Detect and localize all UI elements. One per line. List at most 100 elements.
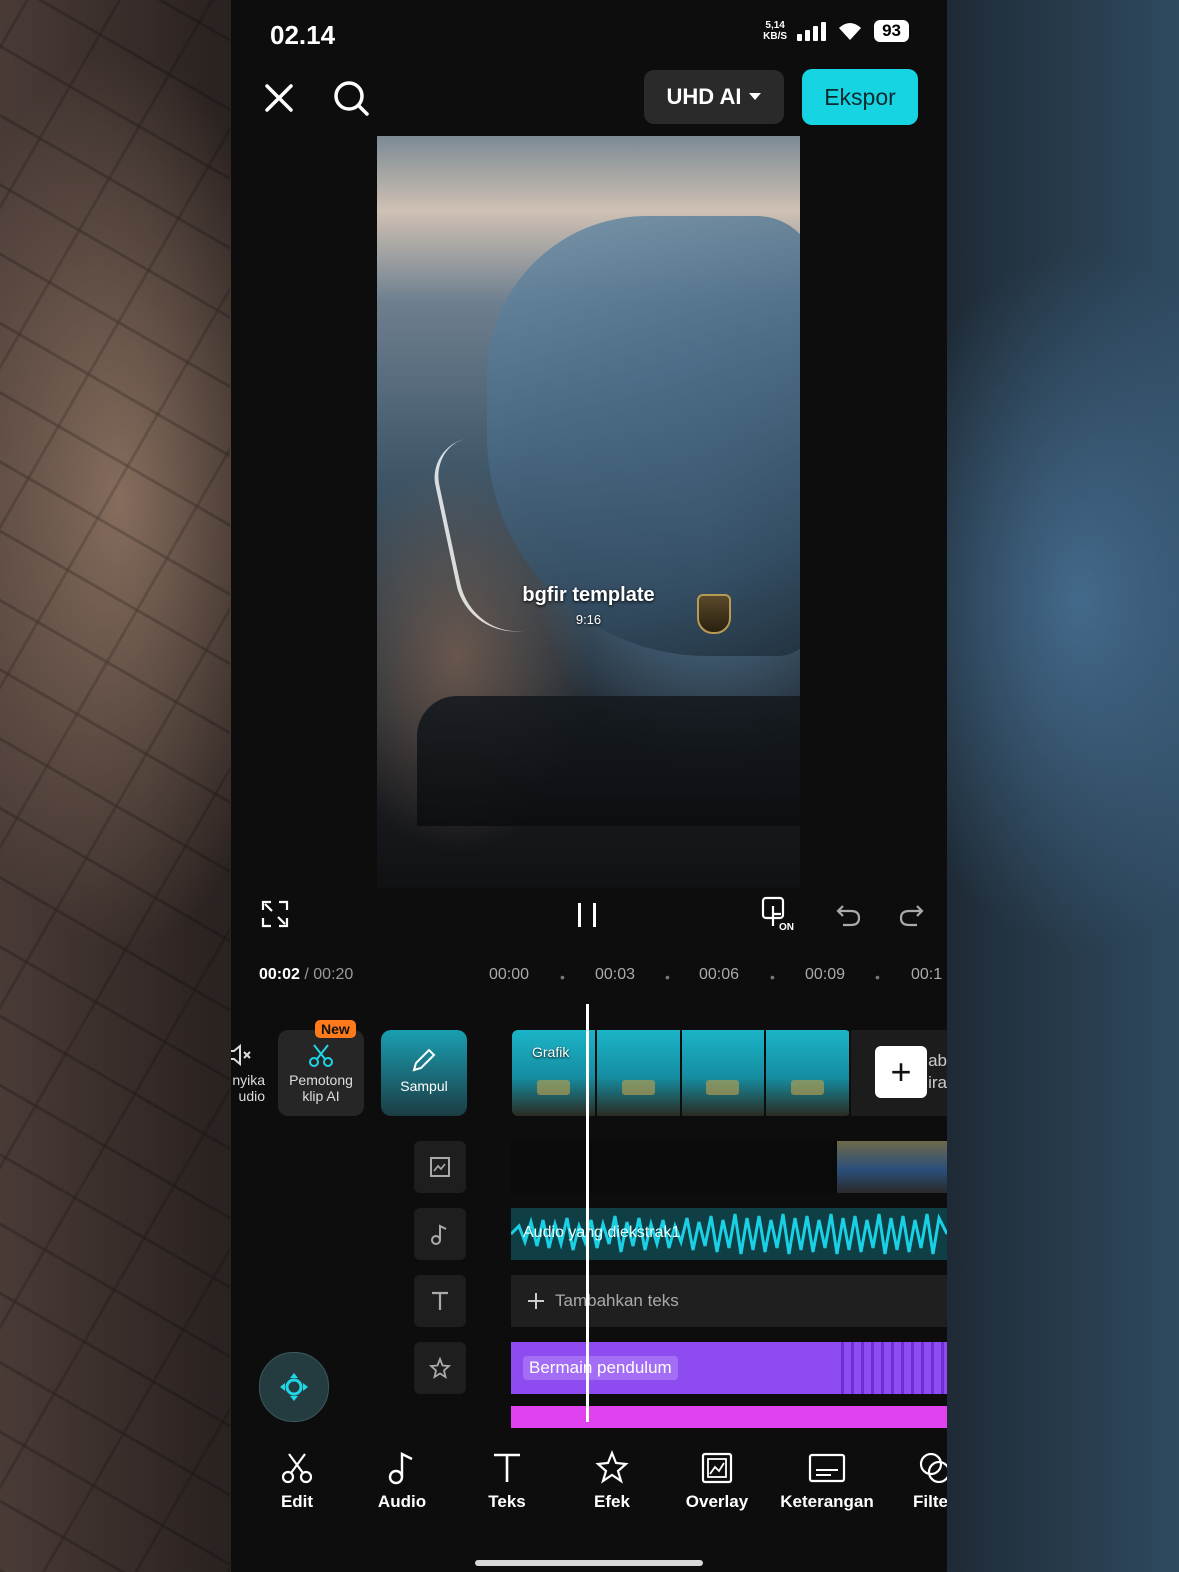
- nav-captions[interactable]: Keterangan: [772, 1450, 882, 1512]
- overlay-track[interactable]: [511, 1141, 947, 1193]
- undo-icon[interactable]: [835, 900, 863, 928]
- playhead[interactable]: [586, 1004, 589, 1422]
- video-clip-thumb[interactable]: [596, 1030, 682, 1116]
- nav-audio[interactable]: Audio: [352, 1450, 452, 1512]
- ai-clip-cutter-button[interactable]: Pemotong klip AI: [278, 1030, 364, 1116]
- nav-overlay[interactable]: Overlay: [667, 1450, 767, 1512]
- status-time: 02.14: [270, 20, 336, 50]
- mute-label-2: udio: [238, 1088, 265, 1104]
- bottom-toolbar: Edit Audio Teks Efek Overlay Keterangan …: [231, 1450, 947, 1540]
- add-text-track[interactable]: Tambahkan teks: [511, 1275, 947, 1327]
- plus-icon: [528, 1293, 544, 1309]
- new-badge: New: [315, 1020, 356, 1038]
- music-note-icon: [431, 1224, 447, 1245]
- add-clip-button[interactable]: +: [875, 1046, 927, 1098]
- clip-tools: nyika udio Pemotong klip AI New Sampul: [231, 1018, 471, 1128]
- background-pavers: [0, 0, 230, 1572]
- export-button[interactable]: Ekspor: [802, 69, 918, 125]
- effect-track-label: Bermain pendulum: [523, 1356, 678, 1380]
- cover-button[interactable]: Sampul: [381, 1030, 467, 1116]
- mute-audio-button[interactable]: nyika udio: [231, 1030, 265, 1116]
- current-time: 00:02: [259, 966, 300, 983]
- editor-top-bar: UHD AI Ekspor: [231, 66, 947, 136]
- effect-segments: [841, 1342, 947, 1394]
- nav-filter-label: Filte: [913, 1492, 947, 1511]
- text-track-button[interactable]: [414, 1275, 466, 1327]
- total-time: / 00:20: [304, 966, 354, 983]
- move-arrows-icon: [280, 1373, 308, 1401]
- ending-peek-1: ab: [928, 1051, 947, 1070]
- tick-label: 00:06: [699, 966, 740, 983]
- ai-cutter-label-1: Pemotong: [289, 1072, 353, 1088]
- timeline-ruler[interactable]: 00:02 / 00:20 00:00 • 00:03 • 00:06 • 00…: [231, 958, 947, 992]
- net-speed-unit: KB/S: [763, 31, 788, 42]
- car-bumper-shape: [417, 696, 800, 826]
- nav-effects[interactable]: Efek: [562, 1450, 662, 1512]
- keyframe-on-icon[interactable]: ON: [761, 896, 801, 932]
- overlay-icon: [701, 1452, 733, 1484]
- music-note-icon: [388, 1452, 413, 1485]
- nav-effects-label: Efek: [594, 1492, 630, 1511]
- tick-label: 00:09: [805, 966, 846, 983]
- mute-icon: [231, 1043, 251, 1067]
- overlay-icon: [430, 1157, 450, 1177]
- status-bar: 02.14 5,14 KB/S 93: [231, 0, 947, 66]
- ending-peek-2: ira: [928, 1073, 947, 1092]
- car-logo: [697, 594, 731, 634]
- captions-icon: [808, 1453, 846, 1483]
- nav-filter[interactable]: Filte: [891, 1450, 947, 1512]
- home-indicator[interactable]: [475, 1560, 703, 1566]
- tick-dot: •: [560, 969, 565, 985]
- audio-track[interactable]: Audio yang diekstrak1: [511, 1208, 947, 1260]
- video-clip-thumb[interactable]: [766, 1030, 851, 1116]
- nav-edit[interactable]: Edit: [247, 1450, 347, 1512]
- effect-track[interactable]: Bermain pendulum: [511, 1342, 947, 1394]
- fullscreen-icon[interactable]: [261, 900, 289, 928]
- pause-icon[interactable]: [574, 900, 602, 930]
- tick-dot: •: [665, 969, 670, 985]
- status-icons: 5,14 KB/S 93: [763, 20, 909, 42]
- playback-controls: ON: [231, 888, 947, 948]
- nav-edit-label: Edit: [280, 1492, 314, 1511]
- audio-track-button[interactable]: [414, 1208, 466, 1260]
- wifi-icon: [839, 23, 862, 40]
- tick-label: 00:1: [911, 966, 943, 983]
- clip-tag-grafik: Grafik: [532, 1044, 570, 1060]
- nav-text[interactable]: Teks: [457, 1450, 557, 1512]
- quality-label: UHD AI: [666, 84, 742, 109]
- add-text-label: Tambahkan teks: [555, 1291, 679, 1310]
- filter-icon: [919, 1452, 947, 1484]
- phone-screen: 02.14 5,14 KB/S 93 UHD AI Ekspor bgfir t…: [231, 0, 947, 1572]
- overlay-clip-thumb[interactable]: [837, 1141, 947, 1193]
- effect-track-button[interactable]: [414, 1342, 466, 1394]
- search-icon[interactable]: [331, 78, 371, 118]
- video-clip-strip[interactable]: Grafik: [512, 1030, 851, 1116]
- nav-overlay-label: Overlay: [685, 1492, 749, 1511]
- sticker-track[interactable]: [511, 1406, 947, 1428]
- watermark-title: bgfir template: [522, 584, 655, 606]
- overlay-track-button[interactable]: [414, 1141, 466, 1193]
- scissors-icon: [281, 1453, 313, 1484]
- video-preview[interactable]: bgfir template 9:16: [377, 136, 800, 888]
- tick-dot: •: [770, 969, 775, 985]
- caret-down-icon: [749, 93, 762, 100]
- close-icon[interactable]: [261, 80, 297, 116]
- net-speed: 5,14 KB/S: [763, 20, 787, 42]
- nav-captions-label: Keterangan: [780, 1492, 874, 1511]
- star-effect-icon: [429, 1357, 451, 1379]
- video-clip-thumb[interactable]: Grafik: [512, 1030, 597, 1116]
- ai-cutter-label-2: klip AI: [302, 1088, 340, 1104]
- audio-track-label: Audio yang diekstrak1: [523, 1224, 681, 1241]
- cover-label: Sampul: [400, 1078, 448, 1094]
- video-clip-thumb[interactable]: [681, 1030, 767, 1116]
- ai-scissors-icon: [309, 1044, 333, 1067]
- tick-label: 00:00: [489, 966, 530, 983]
- nav-text-label: Teks: [488, 1492, 526, 1511]
- pencil-icon: [412, 1048, 436, 1072]
- tick-dot: •: [875, 969, 880, 985]
- quality-dropdown[interactable]: UHD AI: [644, 70, 784, 124]
- tick-label: 00:03: [595, 966, 636, 983]
- text-icon: [432, 1291, 448, 1310]
- move-tool-button[interactable]: [259, 1352, 329, 1422]
- redo-icon[interactable]: [897, 900, 925, 928]
